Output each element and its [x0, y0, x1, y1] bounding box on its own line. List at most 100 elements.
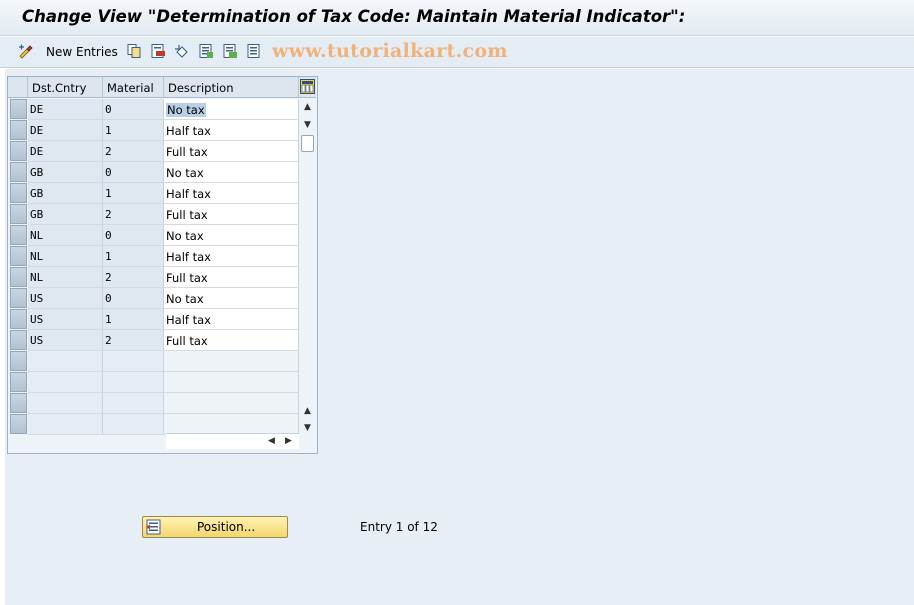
select-all-rows-header[interactable]: [8, 77, 28, 98]
row-selector[interactable]: [10, 141, 27, 161]
column-header-material[interactable]: Material: [103, 77, 164, 98]
row-selector[interactable]: [10, 393, 27, 413]
scroll-left-icon[interactable]: ◀: [265, 435, 278, 448]
cell-description-input[interactable]: Full tax: [164, 204, 299, 225]
cell-country: [28, 372, 103, 393]
row-selector[interactable]: [10, 330, 27, 350]
cell-country: US: [28, 309, 103, 330]
copy-icon[interactable]: [126, 43, 142, 59]
position-icon: [146, 519, 161, 535]
change-display-icon[interactable]: [18, 43, 34, 59]
scroll-down-icon[interactable]: ▼: [301, 119, 314, 132]
cell-material: 2: [103, 204, 164, 225]
select-block-icon[interactable]: [222, 43, 238, 59]
new-entries-button[interactable]: New Entries: [46, 45, 118, 59]
cell-material: 1: [103, 183, 164, 204]
cell-material: 1: [103, 309, 164, 330]
cell-material: [103, 393, 164, 414]
row-selector[interactable]: [10, 246, 27, 266]
cell-description-input[interactable]: Half tax: [164, 246, 299, 267]
cell-description-input[interactable]: No tax: [164, 288, 299, 309]
empty-table-row: [8, 393, 299, 414]
position-button[interactable]: Position...: [142, 516, 288, 538]
cell-country: DE: [28, 120, 103, 141]
row-selector[interactable]: [10, 225, 27, 245]
cell-description-input[interactable]: Half tax: [164, 183, 299, 204]
row-selector[interactable]: [10, 372, 27, 392]
cell-country: DE: [28, 99, 103, 120]
title-bar: Change View "Determination of Tax Code: …: [0, 0, 914, 36]
cell-description-input[interactable]: Half tax: [164, 309, 299, 330]
row-selector[interactable]: [10, 162, 27, 182]
empty-table-row: [8, 351, 299, 372]
empty-table-row: [8, 414, 299, 435]
table-row: US 0 No tax: [8, 288, 299, 309]
row-selector[interactable]: [10, 183, 27, 203]
row-selector[interactable]: [10, 99, 27, 119]
cell-material: [103, 414, 164, 435]
page-title: Change View "Determination of Tax Code: …: [22, 7, 686, 26]
cell-description-input: [164, 372, 299, 393]
selected-text: No tax: [166, 103, 206, 117]
cell-country: [28, 351, 103, 372]
cell-material: [103, 351, 164, 372]
table-row: US 1 Half tax: [8, 309, 299, 330]
cell-description-input: [164, 414, 299, 435]
column-header-description[interactable]: Description: [164, 77, 299, 98]
table-row: DE 0 No tax: [8, 99, 299, 120]
undo-icon[interactable]: [174, 43, 190, 59]
page-up-icon[interactable]: ▲: [301, 405, 314, 418]
table-row: NL 2 Full tax: [8, 267, 299, 288]
row-selector[interactable]: [10, 351, 27, 371]
cell-country: GB: [28, 183, 103, 204]
table-row: NL 0 No tax: [8, 225, 299, 246]
cell-material: 1: [103, 120, 164, 141]
cell-material: [103, 372, 164, 393]
cell-country: NL: [28, 267, 103, 288]
cell-material: 0: [103, 288, 164, 309]
cell-material: 2: [103, 267, 164, 288]
cell-description-input[interactable]: No tax: [164, 162, 299, 183]
row-selector[interactable]: [10, 204, 27, 224]
row-selector[interactable]: [10, 309, 27, 329]
cell-country: [28, 393, 103, 414]
column-header-country[interactable]: Dst.Cntry: [28, 77, 103, 98]
page-down-icon[interactable]: ▼: [301, 422, 314, 435]
row-selector[interactable]: [10, 267, 27, 287]
table-row: US 2 Full tax: [8, 330, 299, 351]
cell-country: DE: [28, 141, 103, 162]
cell-description-input[interactable]: Full tax: [164, 141, 299, 162]
cell-description-input[interactable]: No tax: [164, 225, 299, 246]
scroll-up-icon[interactable]: ▲: [301, 101, 314, 114]
cell-country: GB: [28, 204, 103, 225]
deselect-all-icon[interactable]: [246, 43, 262, 59]
cell-country: NL: [28, 225, 103, 246]
delete-icon[interactable]: [150, 43, 166, 59]
cell-material: 0: [103, 99, 164, 120]
scrollbar-thumb[interactable]: [301, 135, 314, 152]
cell-description-input[interactable]: Half tax: [164, 120, 299, 141]
table-row: GB 2 Full tax: [8, 204, 299, 225]
cell-description-input: [164, 393, 299, 414]
cell-country: NL: [28, 246, 103, 267]
row-selector[interactable]: [10, 414, 27, 434]
entry-counter: Entry 1 of 12: [360, 520, 438, 534]
select-all-icon[interactable]: [198, 43, 214, 59]
cell-description-input[interactable]: No tax: [164, 99, 299, 120]
table-row: DE 1 Half tax: [8, 120, 299, 141]
cell-country: [28, 414, 103, 435]
position-button-label: Position...: [197, 520, 256, 534]
main-content: Dst.Cntry Material Description DE 0 No tax…: [5, 69, 914, 605]
table-row: NL 1 Half tax: [8, 246, 299, 267]
scroll-right-icon[interactable]: ▶: [282, 435, 295, 448]
row-selector[interactable]: [10, 288, 27, 308]
table-settings-button[interactable]: [299, 77, 316, 98]
vertical-scrollbar[interactable]: ▲ ▼ ▲ ▼: [299, 99, 316, 433]
cell-material: 0: [103, 162, 164, 183]
cell-description-input: [164, 351, 299, 372]
cell-description-input[interactable]: Full tax: [164, 267, 299, 288]
horizontal-scrollbar[interactable]: ◀ ▶: [166, 433, 299, 449]
table-row: DE 2 Full tax: [8, 141, 299, 162]
cell-description-input[interactable]: Full tax: [164, 330, 299, 351]
row-selector[interactable]: [10, 120, 27, 140]
